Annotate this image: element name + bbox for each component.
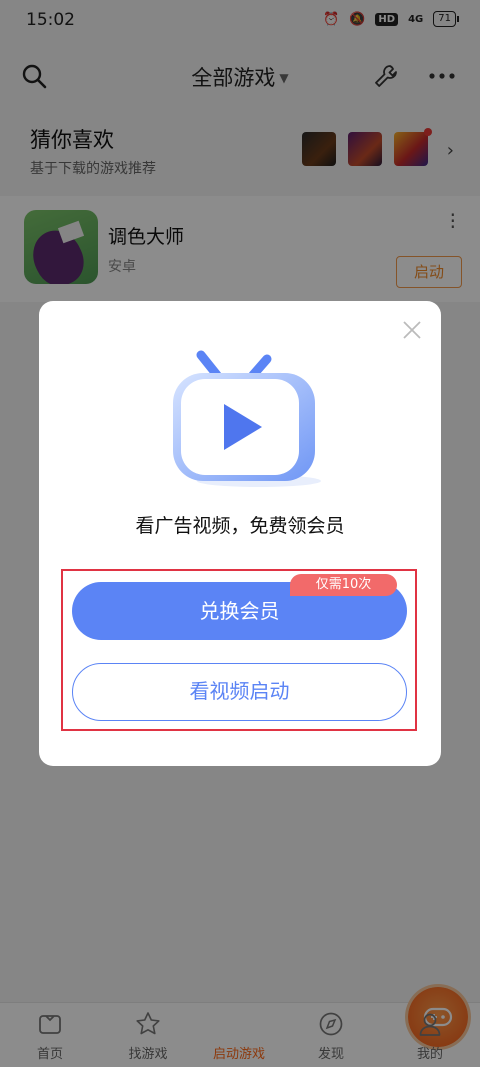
dialog-message: 看广告视频，免费领会员 <box>135 515 345 537</box>
watch-video-button[interactable]: 看视频启动 <box>72 663 407 721</box>
vip-dialog: 看广告视频，免费领会员 兑换会员 仅需10次 看视频启动 <box>39 301 441 766</box>
close-icon[interactable] <box>401 319 423 341</box>
times-badge: 仅需10次 <box>290 574 397 596</box>
tv-play-icon <box>159 349 329 489</box>
